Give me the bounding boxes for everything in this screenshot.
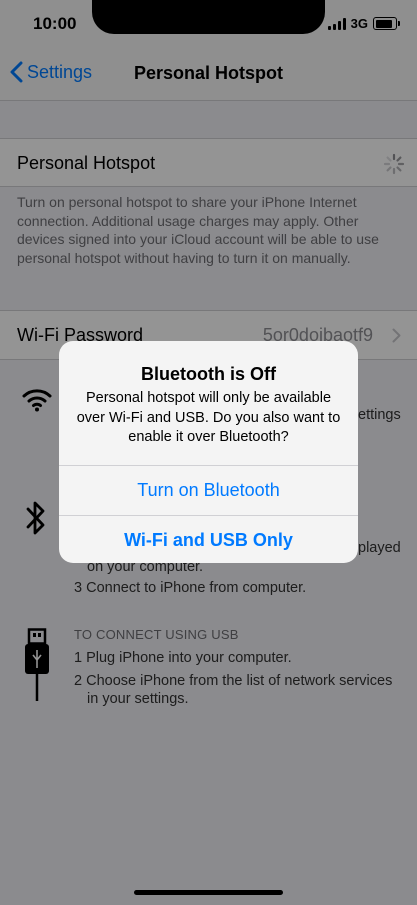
bluetooth-alert-dialog: Bluetooth is Off Personal hotspot will o… [59, 341, 358, 563]
alert-message: Personal hotspot will only be available … [76, 390, 341, 445]
device-notch [92, 0, 325, 34]
alert-title: Bluetooth is Off [141, 364, 276, 384]
phone-screen: 10:00 3G Settings Personal Hotspot Perso… [0, 0, 417, 905]
turn-on-bluetooth-button[interactable]: Turn on Bluetooth [59, 465, 358, 515]
wifi-and-usb-only-button[interactable]: Wi-Fi and USB Only [59, 515, 358, 563]
home-indicator[interactable] [134, 890, 283, 895]
